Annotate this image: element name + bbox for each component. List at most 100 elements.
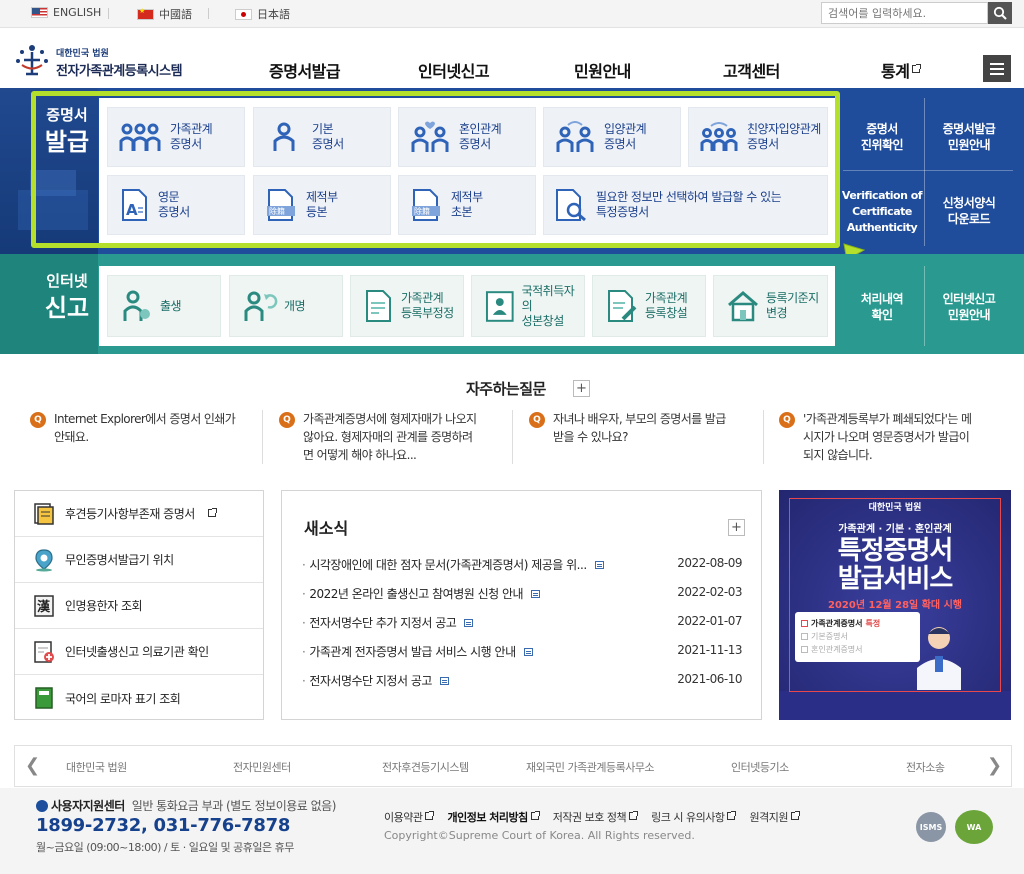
quick-link-kiosk-location[interactable]: 무인증명서발급기 위치: [15, 537, 263, 583]
related-site-link[interactable]: 대한민국 법원: [66, 759, 127, 775]
promo-banner[interactable]: 대한민국 법원 가족관계 · 기본 · 혼인관계 특정증명서 발급서비스 202…: [779, 490, 1011, 720]
menu-button[interactable]: [983, 55, 1011, 82]
footer-links: 이용약관 개인정보 처리방침 저작권 보호 정책 링크 시 유의사항 원격지원: [384, 809, 800, 825]
web-accessibility-cert-icon: WA: [955, 810, 993, 844]
search-button[interactable]: [988, 2, 1012, 24]
news-title: 새소식: [304, 519, 349, 538]
news-item[interactable]: 전자서명수단 지정서 공고2021-06-10: [302, 672, 742, 689]
quick-link-hanja-search[interactable]: 漢 인명용한자 조회: [15, 583, 263, 629]
related-site-link[interactable]: 전자민원센터: [233, 759, 291, 775]
nav-statistics[interactable]: 통계: [881, 58, 922, 82]
green-book-icon: [35, 687, 53, 709]
phone-icon: [36, 799, 48, 812]
faq-more-button[interactable]: +: [573, 380, 590, 397]
card-nationality-surname[interactable]: 국적취득자의 성본창설: [471, 275, 585, 337]
lang-chinese[interactable]: 中國語: [137, 6, 192, 22]
search-input[interactable]: [821, 2, 988, 24]
footer-link-terms[interactable]: 이용약관: [384, 809, 435, 825]
banner-date: 2020년 12월 28일 확대 시행: [828, 600, 962, 611]
nav-certificate[interactable]: 증명서발급: [269, 58, 341, 82]
cert-civil-guide-link[interactable]: 증명서발급 민원안내: [929, 121, 1009, 153]
lang-japanese[interactable]: 日本語: [235, 6, 290, 22]
question-icon: Q: [279, 412, 295, 428]
checkbox-icon: [801, 620, 808, 627]
nav-civil-guide[interactable]: 민원안내: [574, 58, 631, 82]
form-download-link[interactable]: 신청서양식 다운로드: [929, 195, 1009, 227]
faq-item[interactable]: Q '가족관계등록부가 폐쇄되었다'는 메 시지가 나오며 영문증명서가 발급이 되…: [779, 410, 1007, 464]
support-center-label: 사용자지원센터 일반 통화요금 부과 (별도 정보이용료 없음): [36, 797, 336, 814]
card-register-correction[interactable]: 가족관계 등록부정정: [350, 275, 464, 337]
divider: [924, 98, 925, 246]
banner-subtitle: 가족관계 · 기본 · 혼인관계: [838, 524, 952, 535]
svg-text:漢: 漢: [37, 599, 51, 615]
external-link-icon: [790, 811, 800, 820]
chevron-left-icon[interactable]: ❮: [25, 755, 40, 776]
support-phone: 1899-2732, 031-776-7878: [36, 815, 291, 836]
card-name-change[interactable]: 개명: [229, 275, 343, 337]
quick-links-panel: 후견등기사항부존재 증명서 무인증명서발급기 위치 漢 인명용한자 조회 인터넷…: [14, 490, 264, 720]
related-site-link[interactable]: 전자후견등기시스템: [382, 759, 469, 775]
quick-link-romanization[interactable]: 국어의 로마자 표기 조회: [15, 675, 263, 721]
faq-item[interactable]: Q 가족관계증명서에 형제자매가 나오지 않아요. 형제자매의 관계를 증명하려 면…: [279, 410, 507, 464]
logo-title[interactable]: 전자가족관계등록시스템: [56, 60, 183, 79]
banner-checklist: 가족관계증명서 특정 기본증명서 혼인관계증명서: [795, 612, 920, 662]
quick-link-guardianship[interactable]: 후견등기사항부존재 증명서: [15, 491, 263, 537]
header: [0, 28, 1024, 88]
news-more-button[interactable]: +: [728, 519, 745, 536]
question-icon: Q: [30, 412, 46, 428]
news-item[interactable]: 전자서명수단 추가 지정서 공고2022-01-07: [302, 614, 742, 631]
news-item[interactable]: 시각장애인에 대한 점자 문서(가족관계증명서) 제공을 위...2022-08…: [302, 556, 742, 573]
report-civil-guide-link[interactable]: 인터넷신고 민원안내: [929, 291, 1009, 323]
related-site-link[interactable]: 전자소송: [906, 759, 945, 775]
quick-link-medical-institution[interactable]: 인터넷출생신고 의료기관 확인: [15, 629, 263, 675]
card-birth-report[interactable]: 출생: [107, 275, 221, 337]
baby-icon: [123, 290, 150, 321]
news-item[interactable]: 2022년 온라인 출생신고 참여병원 신청 안내2022-02-03: [302, 585, 742, 602]
court-emblem-icon[interactable]: [14, 42, 50, 80]
chevron-right-icon[interactable]: ❯: [987, 755, 1002, 776]
external-link-icon: [425, 811, 435, 820]
card-register-creation[interactable]: 가족관계 등록창설: [592, 275, 706, 337]
document-icon: [531, 589, 541, 598]
report-history-link[interactable]: 처리내역 확인: [843, 291, 921, 323]
divider: [843, 170, 1013, 171]
copyright: Copyright©Supreme Court of Korea. All Ri…: [384, 829, 695, 842]
divider: [262, 410, 263, 464]
question-icon: Q: [529, 412, 545, 428]
nav-customer-center[interactable]: 고객센터: [723, 58, 780, 82]
footer-link-privacy[interactable]: 개인정보 처리방침: [447, 809, 540, 825]
card-base-address-change[interactable]: 등록기준지 변경: [713, 275, 828, 337]
faq-item[interactable]: Q Internet Explorer에서 증명서 인쇄가 안돼요.: [30, 410, 258, 446]
faq-item[interactable]: Q 자녀나 배우자, 부모의 증명서를 발급 받을 수 있나요?: [529, 410, 757, 446]
related-sites-bar: ❮ 대한민국 법원 전자민원센터 전자후견등기시스템 재외국민 가족관계등록사무…: [14, 745, 1012, 787]
external-link-icon: [207, 507, 217, 517]
footer-link-copyright[interactable]: 저작권 보호 정책: [553, 809, 639, 825]
cert-verification-en-link[interactable]: Verification of Certificate Authenticity: [840, 188, 924, 236]
house-icon: [728, 291, 758, 322]
hanja-book-icon: 漢: [34, 594, 54, 617]
support-hours: 월~금요일 (09:00~18:00) / 토 · 일요일 및 공휴일은 휴무: [36, 841, 294, 854]
hospital-doc-icon: [34, 640, 54, 663]
lang-english[interactable]: ENGLISH: [31, 6, 101, 19]
footer-link-link-policy[interactable]: 링크 시 유의사항: [651, 809, 737, 825]
faq-title: 자주하는질문: [466, 380, 546, 398]
banner-title-1: 특정증명서: [837, 536, 954, 566]
checkbox-icon: [801, 646, 808, 653]
question-icon: Q: [779, 412, 795, 428]
us-flag-icon: [31, 7, 48, 18]
related-site-link[interactable]: 재외국민 가족관계등록사무소: [526, 759, 655, 775]
nav-internet-report[interactable]: 인터넷신고: [418, 58, 490, 82]
footer-link-remote-support[interactable]: 원격지원: [749, 809, 800, 825]
related-site-link[interactable]: 인터넷등기소: [731, 759, 789, 775]
checkbox-icon: [801, 633, 808, 640]
cert-verification-link[interactable]: 증명서 진위확인: [843, 121, 921, 153]
news-item[interactable]: 가족관계 전자증명서 발급 서비스 시행 안내2021-11-13: [302, 643, 742, 660]
cn-flag-icon: [137, 7, 154, 20]
divider: [208, 8, 209, 19]
doc-pen-icon: [608, 290, 637, 322]
document-icon: [34, 502, 54, 525]
external-link-icon: [629, 811, 639, 820]
search-icon: [993, 6, 1007, 20]
divider: [108, 8, 109, 19]
external-link-icon: [530, 811, 540, 820]
